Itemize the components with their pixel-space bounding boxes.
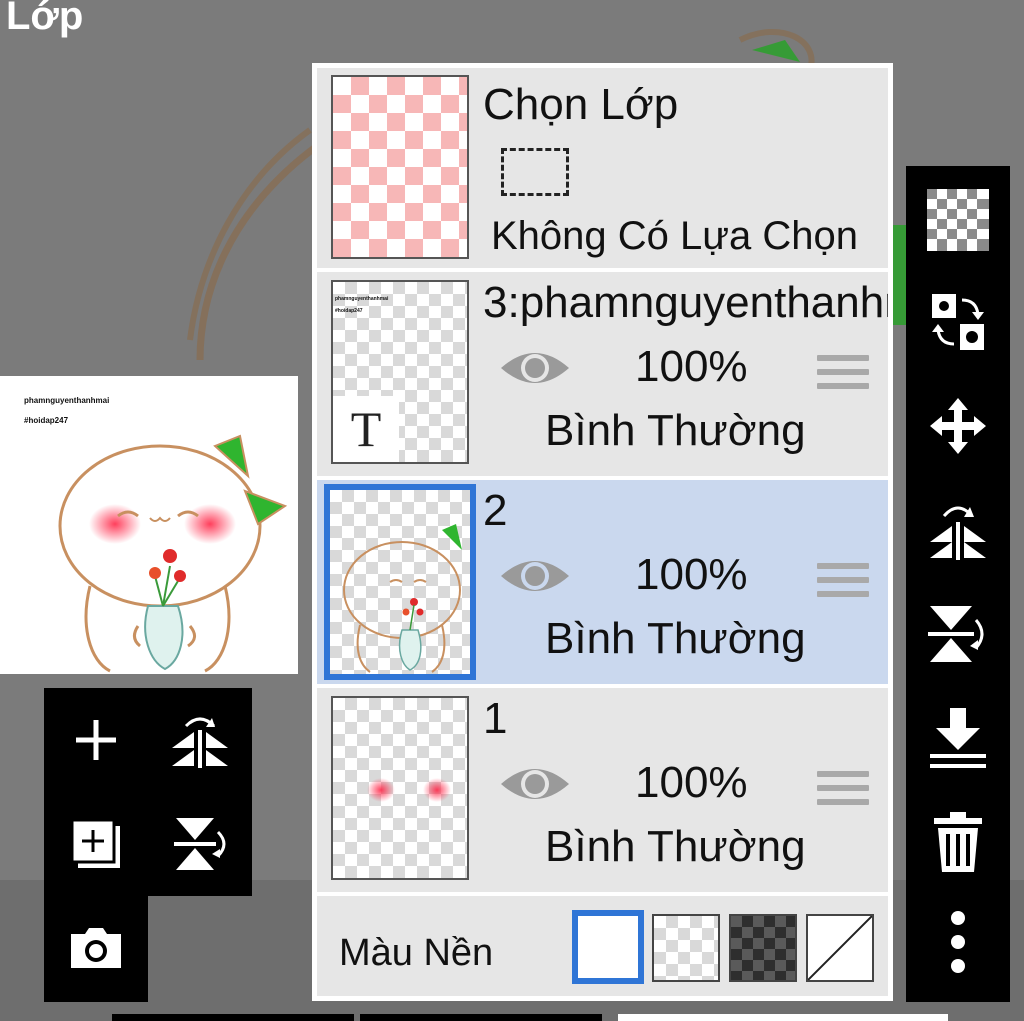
selection-marquee-icon <box>501 148 569 196</box>
visibility-toggle-2[interactable] <box>499 552 571 605</box>
no-background-icon <box>807 915 873 981</box>
layer-side-toolbar <box>906 166 1010 1002</box>
move-icon <box>930 398 986 454</box>
screen-title: Lớp <box>6 0 84 38</box>
duplicate-layer-button[interactable] <box>44 792 148 896</box>
layer-row-3[interactable]: phamnguyenthanhmai #hoidap247 T 3:phamng… <box>317 272 888 476</box>
layer-row-2[interactable]: 2 100% Bình Thường <box>317 480 888 684</box>
thumb-text-1: phamnguyenthanhmai <box>335 296 389 302</box>
layer-2-drawing <box>343 524 462 673</box>
layer-row-1[interactable]: 1 100% Bình Thường <box>317 688 888 892</box>
drag-handle-2[interactable] <box>817 563 869 605</box>
transparency-button[interactable] <box>906 172 1010 268</box>
selection-title: Chọn Lớp <box>483 80 679 129</box>
duplicate-layer-icon <box>70 818 120 868</box>
transparency-icon <box>927 189 989 251</box>
trash-icon <box>934 812 982 872</box>
thumb-text-2: #hoidap247 <box>335 308 363 314</box>
flip-vertical-icon <box>928 606 984 662</box>
layer-thumbnail-2 <box>324 484 476 680</box>
eye-icon <box>501 769 569 799</box>
more-vertical-icon <box>951 911 965 973</box>
flip-vertical-icon <box>174 818 226 870</box>
layer-opacity-1[interactable]: 100% <box>635 758 748 808</box>
layer-panel: Chọn Lớp Không Có Lựa Chọn phamnguyentha… <box>312 63 893 1001</box>
add-layer-icon <box>76 720 116 760</box>
canvas-preview: phamnguyenthanhmai #hoidap247 <box>0 376 298 674</box>
move-button[interactable] <box>906 378 1010 474</box>
swap-layers-icon <box>932 294 984 350</box>
delete-layer-button[interactable] <box>906 794 1010 890</box>
swap-layers-button[interactable] <box>906 274 1010 370</box>
blend-mode-2[interactable]: Bình Thường <box>545 614 806 664</box>
layer-name-1: 1 <box>483 694 508 743</box>
camera-icon <box>71 928 121 968</box>
add-layer-button[interactable] <box>44 688 148 792</box>
background-light-checker-option[interactable] <box>652 914 720 982</box>
layer-1-drawing <box>367 778 451 802</box>
layer-thumbnail-1 <box>331 696 469 880</box>
selection-thumbnail <box>331 75 469 259</box>
blend-mode-1[interactable]: Bình Thường <box>545 822 806 872</box>
bottom-bar-segment <box>112 1014 354 1021</box>
merge-down-button[interactable] <box>906 690 1010 786</box>
flip-horizontal-icon <box>172 717 228 768</box>
blend-mode-3[interactable]: Bình Thường <box>545 406 806 456</box>
flip-horizontal-icon <box>930 506 986 560</box>
selection-layer-row[interactable]: Chọn Lớp Không Có Lựa Chọn <box>317 68 888 268</box>
layer-actions-toolbar <box>44 688 252 896</box>
drag-handle-1[interactable] <box>817 771 869 813</box>
visibility-toggle-1[interactable] <box>499 760 571 813</box>
background-color-row: Màu Nền <box>317 896 888 996</box>
flip-horizontal-button[interactable] <box>906 482 1010 578</box>
flip-layer-vertical-button[interactable] <box>148 792 252 896</box>
layer-opacity-3[interactable]: 100% <box>635 342 748 392</box>
flip-vertical-button[interactable] <box>906 586 1010 682</box>
eye-icon <box>501 353 569 383</box>
background-white-option[interactable] <box>572 910 644 984</box>
text-layer-badge: T <box>333 396 399 462</box>
merge-down-icon <box>930 708 986 768</box>
eye-icon <box>501 561 569 591</box>
layer-thumbnail-3: phamnguyenthanhmai #hoidap247 T <box>331 280 469 464</box>
camera-button[interactable] <box>44 896 148 1000</box>
layer-name-3: 3:phamnguyenthanhmai <box>483 278 888 327</box>
background-color-label: Màu Nền <box>339 932 494 974</box>
layer-name-2: 2 <box>483 486 508 535</box>
background-none-option[interactable] <box>806 914 874 982</box>
bottom-bar-segment <box>360 1014 602 1021</box>
preview-character-drawing <box>58 434 288 673</box>
flip-layer-horizontal-button[interactable] <box>148 688 252 792</box>
layer-opacity-2[interactable]: 100% <box>635 550 748 600</box>
selection-status: Không Có Lựa Chọn <box>491 214 859 258</box>
bottom-bar-segment <box>618 1014 948 1021</box>
visibility-toggle-3[interactable] <box>499 344 571 397</box>
drag-handle-3[interactable] <box>817 355 869 397</box>
more-options-button[interactable] <box>906 894 1010 990</box>
background-dark-checker-option[interactable] <box>729 914 797 982</box>
camera-toolbar <box>44 896 148 1002</box>
